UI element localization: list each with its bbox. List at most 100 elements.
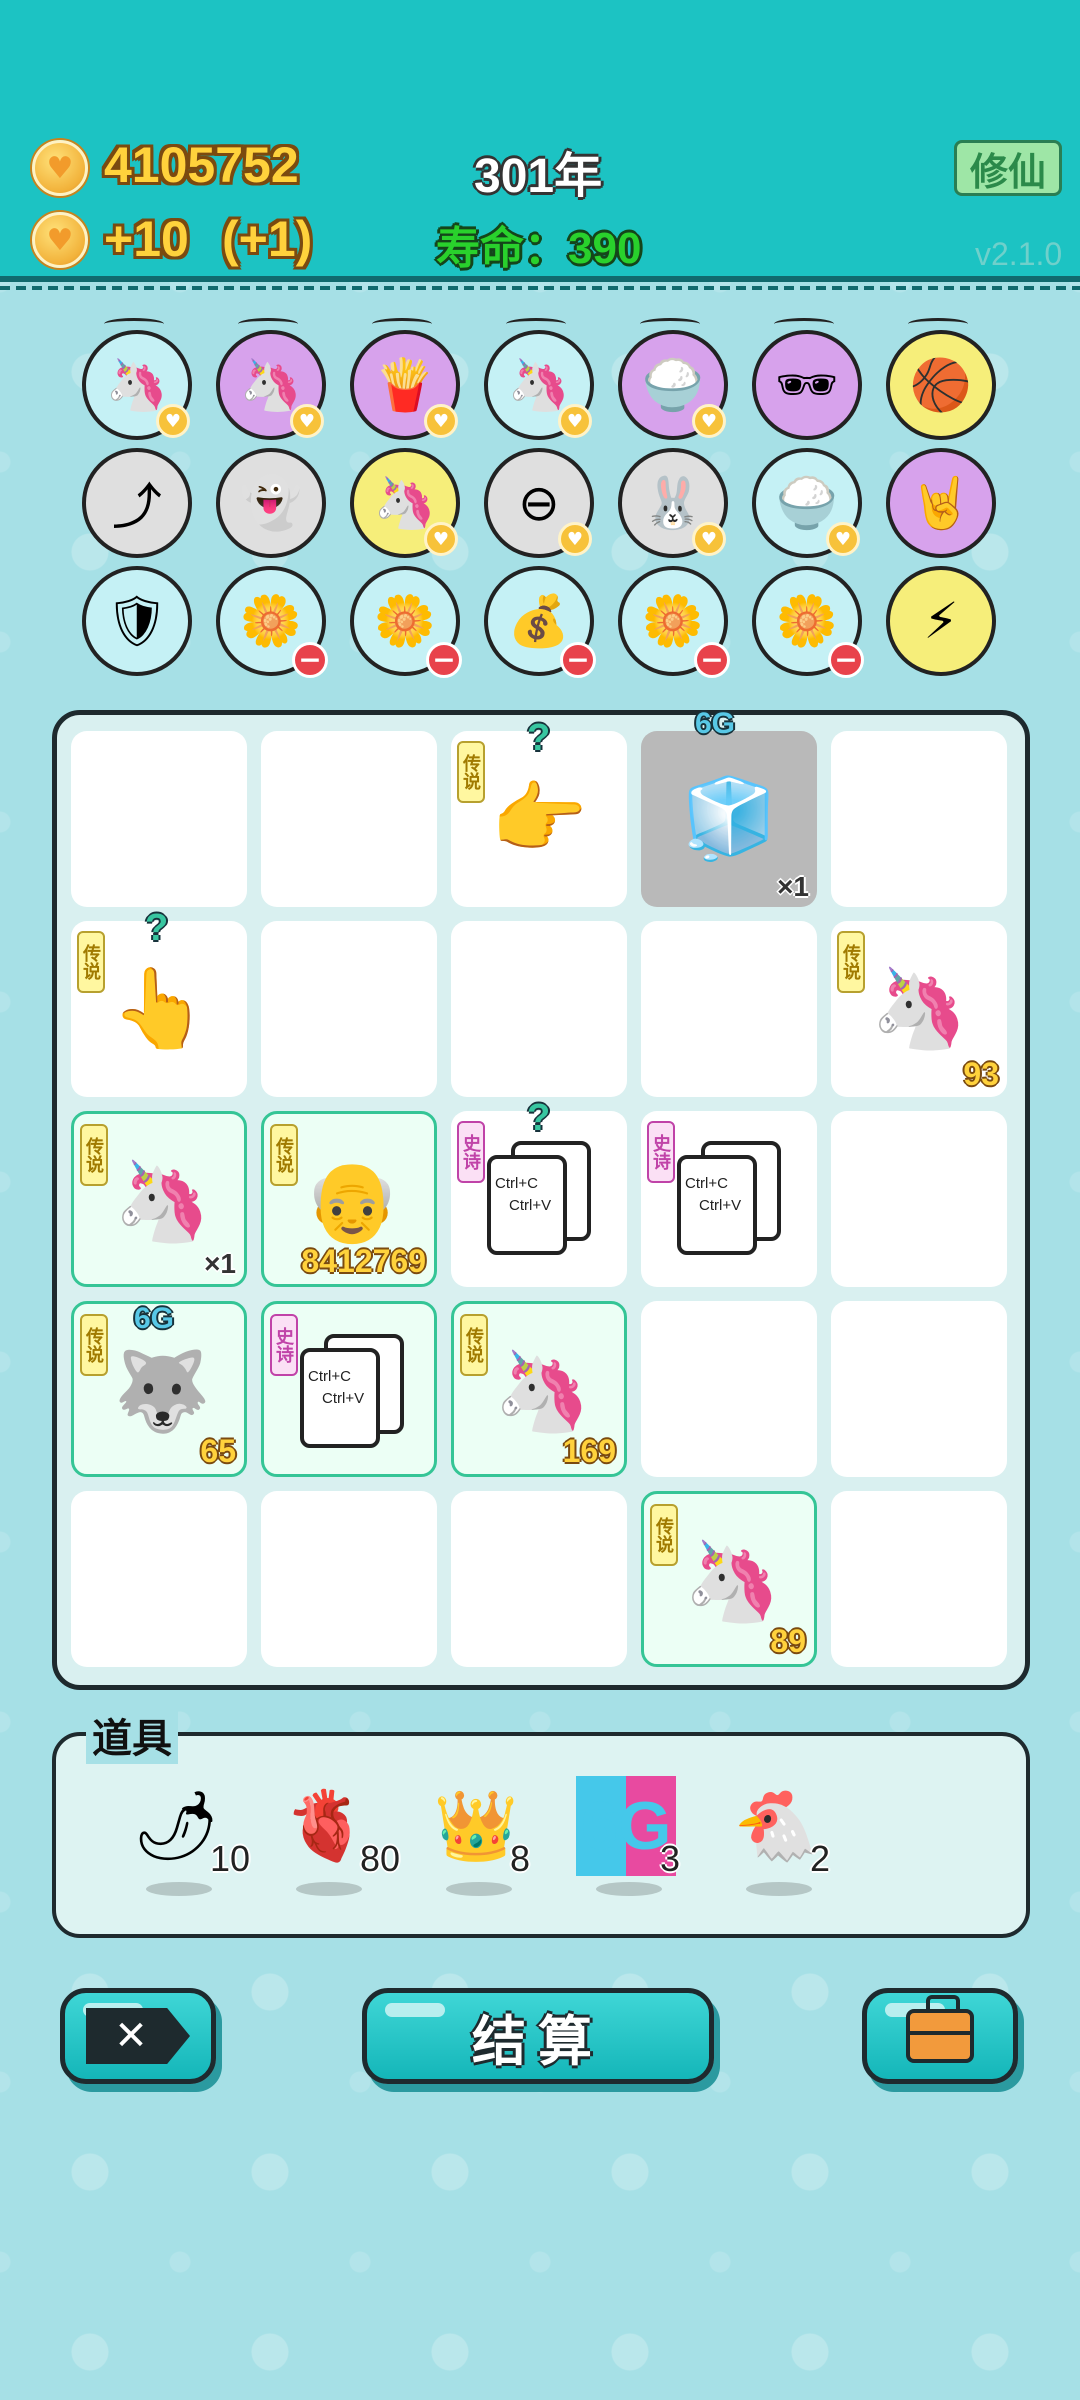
- board-cell-empty[interactable]: [831, 1111, 1007, 1287]
- backpack-button[interactable]: [862, 1988, 1018, 2084]
- briefcase-icon: [906, 1995, 974, 2063]
- board-cell-empty[interactable]: [641, 921, 817, 1097]
- partial-row-edge: [640, 318, 700, 330]
- rabbit-icon[interactable]: 🐰 ♥: [618, 448, 728, 558]
- card-front: Ctrl+C Ctrl+V: [677, 1155, 757, 1255]
- item-slot[interactable]: 🐔 2: [716, 1776, 846, 1906]
- lightning-icon[interactable]: ⚡: [886, 566, 996, 676]
- board-cell-empty[interactable]: [451, 921, 627, 1097]
- remove-badge-icon: −: [828, 642, 864, 678]
- potted-flower-icon[interactable]: 🌼 −: [216, 566, 328, 678]
- unicorn-pair-icon[interactable]: 🦄 ♥: [82, 330, 192, 440]
- item-slot[interactable]: 🫀 80: [266, 1776, 400, 1906]
- heart-badge-icon: ♥: [424, 404, 458, 438]
- board-cell[interactable]: 传说 ? 👉: [451, 717, 627, 907]
- unicorn-pair-icon[interactable]: 🦄 ♥: [484, 330, 594, 440]
- heart-badge-icon: ♥: [558, 522, 592, 556]
- potted-flower-icon[interactable]: 🌼 −: [350, 566, 462, 678]
- item-shadow: [596, 1882, 662, 1896]
- board-cell[interactable]: 传说 👴 8412769: [261, 1111, 437, 1287]
- partial-row-edge: [774, 318, 834, 330]
- rice-bowl-icon[interactable]: 🍚 ♥: [752, 448, 862, 558]
- rice-bowl-icon[interactable]: 🍚 ♥: [618, 330, 728, 440]
- close-icon: ✕: [86, 2008, 190, 2064]
- ctrl-v-label: Ctrl+V: [322, 1390, 365, 1407]
- basketballs-icon[interactable]: 🏀: [886, 330, 996, 440]
- board-cell[interactable]: 传说 🦄 169: [451, 1301, 627, 1477]
- ctrl-v-label: Ctrl+V: [509, 1197, 552, 1214]
- potted-flower-icon[interactable]: 🌼 −: [752, 566, 864, 678]
- item-shadow: [746, 1882, 812, 1896]
- board-cell[interactable]: 传说 🦄 ×1: [71, 1111, 247, 1287]
- question-mark: ?: [527, 717, 551, 759]
- version-label: v2.1.0: [975, 236, 1063, 272]
- exit-button[interactable]: ✕: [60, 1988, 216, 2084]
- board-cell-empty[interactable]: [71, 731, 247, 907]
- heart-badge-icon: ♥: [558, 404, 592, 438]
- unicorn-pair-icon[interactable]: 🦄 ♥: [216, 330, 326, 440]
- pointing-hand-icon: 👉: [490, 773, 588, 864]
- unicorn-icon[interactable]: 🦄 ♥: [350, 448, 460, 558]
- top-status-bar: ♥ 4105752 ♥ +10 (+1) 301年 寿命：390 修仙 v2.1…: [0, 0, 1080, 290]
- sixg-label: 6G: [134, 1302, 175, 1335]
- board-cell-empty[interactable]: [831, 1301, 1007, 1477]
- card-front: Ctrl+C Ctrl+V: [300, 1348, 380, 1448]
- copy-paste-card-icon: Ctrl+C Ctrl+V: [677, 1141, 783, 1257]
- money-sack-icon[interactable]: 💰 −: [484, 566, 596, 678]
- board-cell-empty[interactable]: [71, 1491, 247, 1667]
- board-cell-empty[interactable]: [261, 731, 437, 907]
- board-cell-empty[interactable]: [451, 1491, 627, 1667]
- skill-icon-grid: 🦄 ♥ 🦄 ♥ 🍟 ♥ 🦄 ♥ 🍚 ♥ 🕶 🏀 ⤴ 👻 🦄 ♥ ⊖ ♥ 🐰 ♥ 🍚 ♥ 🤘 🛡 🌼…: [80, 318, 1010, 678]
- item-slot[interactable]: 🌶 10: [116, 1776, 250, 1906]
- item-count: 8412769: [301, 1243, 426, 1279]
- board-cell-empty[interactable]: [261, 1491, 437, 1667]
- item-shadow: [146, 1882, 212, 1896]
- item-count: 93: [963, 1056, 999, 1092]
- lifespan-label: 寿命：: [436, 224, 568, 273]
- arrow-up-card-icon[interactable]: ⤴: [82, 448, 192, 558]
- settle-label: 结算: [472, 2009, 604, 2073]
- remove-badge-icon: −: [694, 642, 730, 678]
- board-cell[interactable]: 传说 6G 🐺 65: [71, 1301, 247, 1477]
- heart-badge-icon: ♥: [692, 404, 726, 438]
- board-cell[interactable]: 6G 🧊 ×1: [641, 707, 817, 907]
- item-shadow: [296, 1882, 362, 1896]
- board-cell-empty[interactable]: [641, 1301, 817, 1477]
- board-cell[interactable]: 史诗 ? Ctrl+C Ctrl+V: [451, 1097, 627, 1287]
- lifespan: 寿命：390: [436, 212, 641, 276]
- board-cell-empty[interactable]: [831, 1491, 1007, 1667]
- heart-badge-icon: ♥: [290, 404, 324, 438]
- coin-income: +10: [104, 211, 189, 267]
- game-board: 传说 ? 👉 6G 🧊 ×1 传说 ? 👆 传说 🦄 93 传说 🦄 ×1 传说…: [52, 707, 1030, 1690]
- settle-button[interactable]: 结算: [362, 1988, 714, 2084]
- partial-row-edge: [238, 318, 298, 330]
- item-shadow: [446, 1882, 512, 1896]
- minus-circle-icon[interactable]: ⊖ ♥: [484, 448, 594, 558]
- item-slot[interactable]: 6G 3: [566, 1776, 696, 1906]
- epic-tag: 史诗: [457, 1121, 485, 1183]
- partial-row-edge: [908, 318, 968, 330]
- shield-wrench-icon[interactable]: 🛡: [82, 566, 192, 676]
- item-slot[interactable]: 👑 8: [416, 1776, 546, 1906]
- board-cell[interactable]: 传说 🦄 89: [641, 1491, 817, 1667]
- coin-icon: ♥: [32, 140, 88, 196]
- cultivate-button[interactable]: 修仙: [954, 140, 1062, 196]
- rock-hand-icon[interactable]: 🤘: [886, 448, 996, 558]
- board-cell[interactable]: 史诗 Ctrl+C Ctrl+V: [641, 1111, 817, 1287]
- board-cell[interactable]: 传说 ? 👆: [71, 907, 247, 1097]
- items-panel-title: 道具: [86, 1706, 178, 1764]
- ghost-icon[interactable]: 👻: [216, 448, 326, 558]
- item-count: 65: [200, 1433, 236, 1469]
- board-cell[interactable]: 史诗 Ctrl+C Ctrl+V: [261, 1301, 437, 1477]
- mooncake-sunglasses-icon[interactable]: 🕶: [752, 330, 862, 440]
- potted-flower-icon[interactable]: 🌼 −: [618, 566, 730, 678]
- remove-badge-icon: −: [426, 642, 462, 678]
- board-cell-empty[interactable]: [831, 731, 1007, 907]
- copy-paste-card-icon: Ctrl+C Ctrl+V: [487, 1141, 593, 1257]
- epic-tag: 史诗: [647, 1121, 675, 1183]
- french-fries-icon[interactable]: 🍟 ♥: [350, 330, 460, 440]
- heart-badge-icon: ♥: [156, 404, 190, 438]
- epic-tag: 史诗: [270, 1314, 298, 1376]
- board-cell[interactable]: 传说 🦄 93: [831, 921, 1007, 1097]
- board-cell-empty[interactable]: [261, 921, 437, 1097]
